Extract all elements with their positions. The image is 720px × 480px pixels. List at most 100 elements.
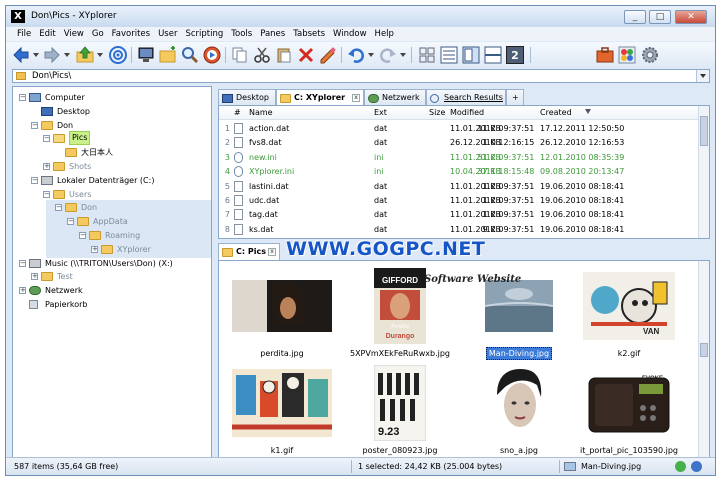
collapse-icon[interactable]: − (67, 218, 74, 226)
back-arrow-icon[interactable] (12, 46, 30, 64)
menu-user[interactable]: User (154, 27, 181, 41)
expand-icon[interactable]: + (43, 163, 50, 170)
column-number[interactable]: # (234, 108, 241, 117)
table-row[interactable]: 7 tag.dat dat 1 KB 11.01.2012 09:37:51 19.06.… (219, 207, 699, 221)
table-row[interactable]: 6 udc.dat dat 1 KB 11.01.2012 09:37:51 19.06.… (219, 193, 699, 207)
column-modified[interactable]: Modified (450, 108, 484, 117)
column-name[interactable]: Name (249, 108, 273, 117)
up-folder-icon[interactable] (76, 46, 94, 64)
table-row[interactable]: 1 action.dat dat 11 KB 11.01.2012 09:37:51 17… (219, 121, 699, 135)
menu-tools[interactable]: Tools (227, 27, 256, 41)
list-scrollbar[interactable] (698, 106, 709, 238)
close-button[interactable]: ✕ (675, 10, 707, 24)
preview-pane-icon[interactable] (462, 46, 480, 64)
thumbnail-item[interactable]: sno_a.jpg (459, 364, 579, 455)
tab-c-pics[interactable]: C: Pics x (218, 243, 280, 261)
tree-item[interactable]: − Don (13, 119, 209, 132)
ok-status-icon[interactable] (675, 461, 686, 472)
thumbnail-scrollbar[interactable] (698, 261, 709, 457)
minimize-button[interactable]: _ (624, 10, 646, 24)
thumbnail-item[interactable]: VAN k2.gif (569, 267, 689, 358)
table-row[interactable]: 5 lastini.dat dat 1 KB 11.01.2012 09:37:51 19… (219, 179, 699, 193)
collapse-icon[interactable]: − (43, 135, 50, 143)
tree-item[interactable]: − Users (13, 188, 209, 201)
tree-item[interactable]: Papierkorb (13, 298, 209, 311)
menu-favorites[interactable]: Favorites (108, 27, 154, 41)
thumbnail-image[interactable]: EVOKE (579, 364, 679, 442)
menu-panes[interactable]: Panes (256, 27, 289, 41)
delete-icon[interactable] (297, 46, 315, 64)
tree-item[interactable]: + Shots (13, 160, 209, 173)
new-tab-button[interactable]: + (506, 89, 524, 106)
thumbnail-image[interactable] (469, 364, 569, 442)
scrollbar-thumb[interactable] (700, 343, 708, 357)
menu-edit[interactable]: Edit (35, 27, 59, 41)
table-row[interactable]: 8 ks.dat dat 9 KB 11.01.2012 09:37:51 19.06.2… (219, 222, 699, 236)
collapse-icon[interactable]: − (79, 232, 86, 239)
address-path[interactable]: Don\Pics\ (32, 71, 71, 81)
forward-dropdown-icon[interactable] (64, 53, 70, 57)
tree-item[interactable]: + Test (13, 270, 209, 283)
thumbnail-item[interactable]: k1.gif (222, 364, 342, 455)
redo-icon[interactable] (379, 46, 397, 64)
collapse-icon[interactable]: − (55, 204, 62, 212)
copy-icon[interactable] (231, 46, 249, 64)
toolbox-icon[interactable] (596, 46, 614, 64)
gear-icon[interactable] (641, 46, 659, 64)
expand-icon[interactable]: + (31, 273, 38, 281)
forward-arrow-icon[interactable] (43, 46, 61, 64)
tree-item[interactable]: − Music (\\TRITON\Users\Don) (X:) (13, 257, 209, 270)
tree-item[interactable]: − Don (13, 201, 209, 214)
collapse-icon[interactable]: − (31, 176, 38, 184)
pane-2-icon[interactable]: 2 (506, 46, 524, 64)
menu-window[interactable]: Window (329, 27, 371, 41)
tree-item[interactable]: − AppData (13, 215, 209, 228)
thumbnail-image[interactable] (232, 364, 332, 442)
tree-item[interactable]: Desktop (13, 105, 209, 118)
paste-icon[interactable] (275, 46, 293, 64)
collapse-icon[interactable]: − (31, 121, 38, 129)
up-dropdown-icon[interactable] (97, 53, 103, 57)
tree-item[interactable]: 大日本人 (13, 146, 209, 159)
thumbnail-item[interactable]: perdita.jpg (222, 267, 342, 358)
tab-close-icon[interactable]: x (268, 248, 276, 256)
menu-view[interactable]: View (60, 27, 88, 41)
menu-scripting[interactable]: Scripting (181, 27, 227, 41)
grid-icon[interactable] (418, 46, 436, 64)
menu-tabsets[interactable]: Tabsets (289, 27, 329, 41)
refresh-icon[interactable] (203, 46, 221, 64)
redo-dropdown-icon[interactable] (400, 53, 406, 57)
undo-icon[interactable] (347, 46, 365, 64)
table-row[interactable]: 4 XYplorer.ini ini 37 KB 10.04.2011 18:15:48… (219, 164, 699, 178)
expand-icon[interactable]: + (91, 245, 98, 253)
tree-item[interactable]: − Roaming (13, 229, 209, 242)
tab-search-results[interactable]: Search Results (426, 89, 506, 106)
computer-icon[interactable] (137, 46, 155, 64)
app-icon[interactable]: X (11, 10, 25, 23)
table-row[interactable]: 2 fvs8.dat dat 1 KB 26.12.2010 12:16:15 26.12… (219, 135, 699, 149)
cut-icon[interactable] (253, 46, 271, 64)
expand-icon[interactable]: + (19, 287, 26, 295)
thumbnail-item[interactable]: EVOKE it_portal_pic_103590.jpg (569, 364, 689, 455)
tree-item[interactable]: − Pics (13, 131, 209, 146)
find-icon[interactable] (181, 46, 199, 64)
undo-dropdown-icon[interactable] (368, 53, 374, 57)
tree-item[interactable]: − Computer (13, 91, 209, 104)
column-ext[interactable]: Ext (374, 108, 387, 117)
tree-item[interactable]: + XYplorer (13, 243, 209, 256)
collapse-icon[interactable]: − (19, 94, 26, 101)
tab-netzwerk[interactable]: Netzwerk (364, 89, 426, 106)
tree-item[interactable]: − Lokaler Datenträger (C:) (13, 174, 209, 187)
table-row[interactable]: 3 new.ini ini 51 KB 11.01.2012 09:37:51 12.01… (219, 150, 699, 164)
info-status-icon[interactable] (691, 461, 702, 472)
settings-icon[interactable] (618, 46, 636, 64)
menu-help[interactable]: Help (371, 27, 398, 41)
thumbnail-image[interactable]: VAN (579, 267, 679, 345)
rename-icon[interactable] (319, 46, 337, 64)
address-bar[interactable]: Don\Pics\ (12, 69, 710, 83)
column-created[interactable]: Created (540, 108, 572, 117)
thumbnail-item[interactable]: 9.23 poster_080923.jpg (340, 364, 460, 455)
collapse-icon[interactable]: − (43, 190, 50, 198)
tab-desktop[interactable]: Desktop (218, 89, 276, 106)
back-dropdown-icon[interactable] (33, 53, 39, 57)
